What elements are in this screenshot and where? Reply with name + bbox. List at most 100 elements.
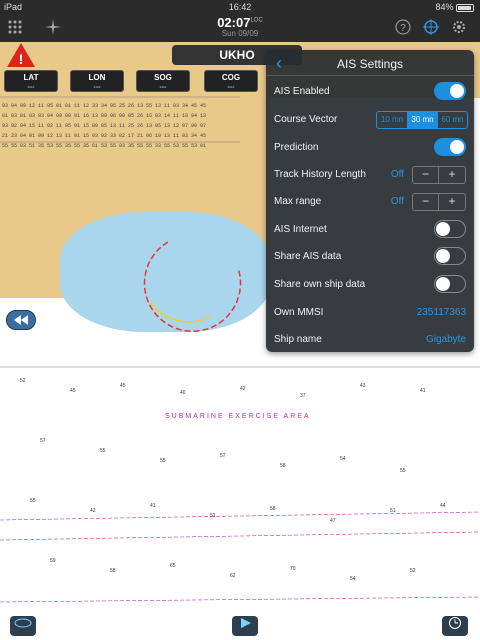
minus-icon[interactable]: − (413, 194, 439, 210)
svg-text:55: 55 (30, 498, 36, 504)
svg-text:93 92 04 15 11 02 11 95 91 15: 93 92 04 15 11 02 11 95 91 15 09 05 13 1… (2, 123, 206, 129)
layers-icon (14, 618, 32, 628)
row-ais-internet: AIS Internet (266, 216, 474, 243)
sog-value: --- (159, 84, 167, 91)
svg-text:58: 58 (270, 506, 276, 512)
battery-indicator: 84% (435, 2, 474, 12)
svg-text:55: 55 (100, 448, 106, 454)
row-ship-name[interactable]: Ship name Gigabyte (266, 326, 474, 353)
course-vector-label: Course Vector (274, 114, 338, 125)
prediction-toggle[interactable] (434, 138, 466, 156)
row-share-ais: Share AIS data (266, 243, 474, 270)
toggle-knob (436, 249, 450, 263)
layers-button[interactable] (10, 616, 36, 636)
ais-internet-toggle[interactable] (434, 220, 466, 238)
row-own-mmsi[interactable]: Own MMSI 235117363 (266, 299, 474, 326)
svg-text:62: 62 (230, 573, 236, 579)
battery-percent: 84% (435, 2, 454, 12)
cog-value: --- (227, 84, 235, 91)
svg-text:37: 37 (300, 393, 306, 399)
svg-text:47: 47 (330, 518, 336, 524)
sog-box[interactable]: SOG --- (136, 70, 190, 92)
ais-internet-label: AIS Internet (274, 224, 327, 235)
svg-text:?: ? (400, 23, 406, 34)
clock-button[interactable] (442, 616, 468, 636)
svg-text:59: 59 (50, 558, 56, 564)
svg-text:65: 65 (170, 563, 176, 569)
svg-text:21 23 04 01 09 12 13 11 91 15: 21 23 04 01 09 12 13 11 91 15 03 92 33 0… (2, 133, 206, 139)
max-range-stepper: − + (412, 193, 466, 211)
svg-text:55: 55 (160, 458, 166, 464)
track-history-value: Off (390, 169, 404, 180)
svg-text:52: 52 (20, 378, 26, 384)
ais-settings-panel: ‹ AIS Settings AIS Enabled Course Vector… (266, 50, 474, 352)
share-ais-toggle[interactable] (434, 247, 466, 265)
row-track-history: Track History Length Off − + (266, 161, 474, 188)
target-icon[interactable] (422, 18, 440, 36)
battery-icon (456, 3, 474, 12)
help-icon[interactable]: ? (394, 18, 412, 36)
toggle-knob (436, 222, 450, 236)
svg-text:54: 54 (340, 456, 346, 462)
own-mmsi-label: Own MMSI (274, 307, 324, 318)
cv-option-10[interactable]: 10 mn (377, 112, 407, 128)
ship-name-value[interactable]: Gigabyte (426, 334, 466, 345)
svg-text:42: 42 (90, 508, 96, 514)
svg-text:41: 41 (150, 503, 156, 509)
svg-text:44: 44 (440, 503, 446, 509)
svg-text:51: 51 (390, 508, 396, 514)
play-button[interactable] (232, 616, 258, 636)
clock-time: 02:07 (217, 15, 251, 30)
svg-text:43: 43 (360, 383, 366, 389)
cv-option-30[interactable]: 30 mn (407, 112, 437, 128)
max-range-value: Off (390, 196, 404, 207)
own-mmsi-value[interactable]: 235117363 (417, 307, 466, 318)
cv-option-60[interactable]: 60 mn (437, 112, 467, 128)
plus-icon[interactable]: + (439, 167, 465, 183)
play-icon (241, 618, 251, 628)
svg-text:01 03 01 03 03 04 09 09 91 16: 01 03 01 03 03 04 09 09 91 16 13 09 06 0… (2, 113, 206, 119)
toggle-knob (450, 84, 464, 98)
panel-header: ‹ AIS Settings (266, 50, 474, 76)
svg-text:42: 42 (240, 386, 246, 392)
minus-icon[interactable]: − (413, 167, 439, 183)
plus-icon[interactable]: + (439, 194, 465, 210)
svg-text:57: 57 (40, 438, 46, 444)
row-ais-enabled: AIS Enabled (266, 78, 474, 105)
status-bar: iPad 16:42 84% (0, 0, 480, 14)
lon-box[interactable]: LON --- (70, 70, 124, 92)
svg-text:40: 40 (180, 390, 186, 396)
ais-enabled-toggle[interactable] (434, 82, 466, 100)
warning-icon[interactable]: ! (6, 42, 36, 68)
panel-title: AIS Settings (336, 57, 404, 71)
lat-box[interactable]: LAT --- (4, 70, 58, 92)
cog-box[interactable]: COG --- (204, 70, 258, 92)
lat-label: LAT (23, 73, 39, 82)
svg-text:55: 55 (400, 468, 406, 474)
toggle-knob (436, 277, 450, 291)
row-prediction: Prediction (266, 134, 474, 161)
lat-value: --- (27, 84, 35, 91)
row-max-range: Max range Off − + (266, 188, 474, 215)
svg-text:54: 54 (350, 576, 356, 582)
svg-text:45: 45 (70, 388, 76, 394)
svg-text:93 94 09 12 11 95 01 01 11 12: 93 94 09 12 11 95 01 01 11 12 33 34 95 2… (2, 103, 206, 109)
svg-text:58: 58 (110, 568, 116, 574)
share-own-toggle[interactable] (434, 275, 466, 293)
row-share-own: Share own ship data (266, 271, 474, 298)
track-history-stepper: − + (412, 166, 466, 184)
lon-value: --- (93, 84, 101, 91)
rewind-icon (14, 315, 28, 325)
toggle-knob (450, 140, 464, 154)
svg-text:55 55 03 51 35 53 55 35 55 35: 55 55 03 51 35 53 55 35 55 35 61 53 55 0… (2, 143, 206, 149)
gear-icon[interactable] (450, 18, 468, 36)
prediction-label: Prediction (274, 142, 319, 153)
course-vector-segmented: 10 mn 30 mn 60 mn (376, 111, 468, 129)
ship-name-label: Ship name (274, 334, 322, 345)
share-ais-label: Share AIS data (274, 251, 342, 262)
rewind-button[interactable] (6, 310, 36, 330)
track-history-label: Track History Length (274, 169, 366, 180)
clock-icon (449, 617, 461, 629)
svg-text:70: 70 (290, 566, 296, 572)
svg-text:!: ! (19, 51, 24, 67)
